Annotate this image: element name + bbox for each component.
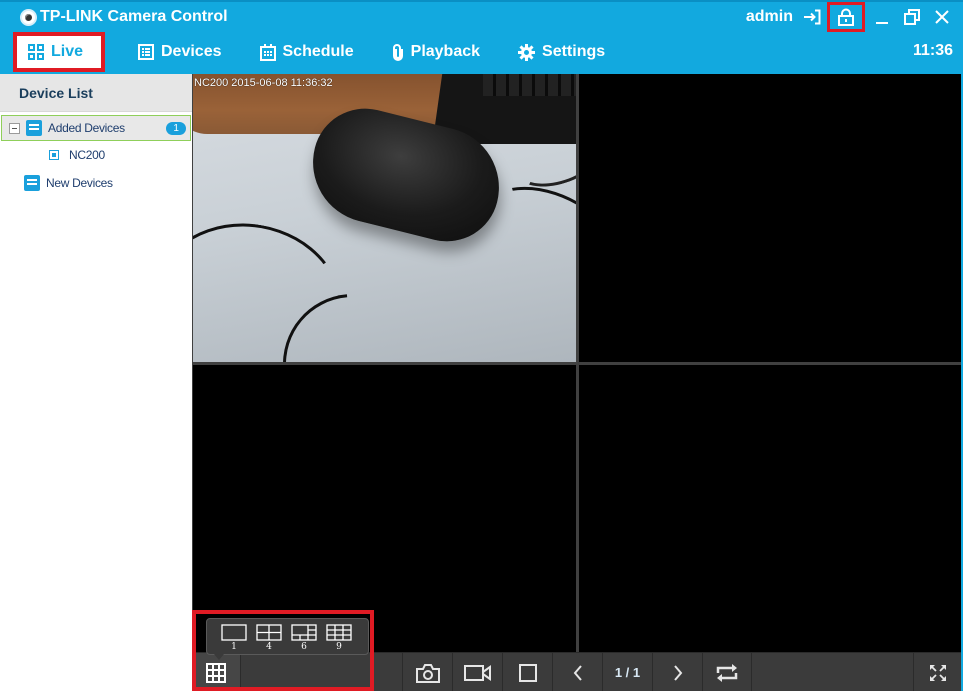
tree-item-added-devices[interactable]: Added Devices 1 — [1, 115, 191, 141]
gear-icon — [518, 43, 536, 61]
nav-settings[interactable]: Settings — [506, 35, 617, 69]
nav-devices-label: Devices — [161, 43, 222, 60]
device-list-panel: Device List Added Devices 1 NC200 New De… — [0, 74, 192, 691]
clock: 11:36 — [912, 42, 953, 59]
video-pane-2[interactable] — [579, 74, 961, 362]
nav-schedule[interactable]: Schedule — [248, 35, 366, 69]
close-button[interactable] — [929, 4, 955, 30]
repeat-icon — [716, 663, 738, 682]
page-indicator-text: 1 / 1 — [614, 665, 641, 680]
tree-item-new-devices[interactable]: New Devices — [0, 169, 192, 197]
nav-schedule-label: Schedule — [282, 43, 354, 60]
restore-icon — [904, 9, 920, 25]
live-view-grid: NC200 2015-06-08 11:36:32 — [192, 74, 961, 652]
layout-4-icon — [256, 624, 282, 641]
cycle-button[interactable] — [702, 653, 752, 691]
video-osd-timestamp: NC200 2015-06-08 11:36:32 — [194, 77, 333, 89]
nav-settings-label: Settings — [542, 43, 606, 60]
calendar-icon — [259, 43, 276, 61]
camera-icon — [415, 663, 440, 683]
window-controls: admin — [746, 2, 963, 32]
tree-item-label: Added Devices — [48, 121, 125, 135]
grid-layout-icon — [206, 662, 226, 683]
playback-control-bar: 1 / 1 — [192, 652, 961, 691]
layout-picker-popup: 1 4 6 9 — [206, 618, 369, 660]
logout-button[interactable] — [799, 4, 825, 30]
layout-option-6[interactable]: 6 — [291, 619, 317, 654]
nav-live[interactable]: Live — [13, 32, 105, 72]
device-group-icon — [24, 175, 40, 191]
grid-icon — [28, 44, 44, 60]
video-pane-3[interactable] — [193, 365, 576, 652]
device-list-header: Device List — [0, 74, 192, 112]
stop-icon — [518, 663, 537, 682]
tree-item-label: New Devices — [46, 176, 113, 190]
fullscreen-button[interactable] — [913, 653, 961, 691]
previous-page-button[interactable] — [552, 653, 602, 691]
layout-9-icon — [326, 624, 352, 641]
minimize-button[interactable] — [869, 4, 895, 30]
camera-device-icon — [49, 150, 59, 160]
nav-playback[interactable]: Playback — [380, 35, 492, 69]
close-icon — [935, 10, 949, 24]
next-page-button[interactable] — [652, 653, 702, 691]
video-pane-1[interactable]: NC200 2015-06-08 11:36:32 — [193, 74, 576, 362]
layout-option-4[interactable]: 4 — [256, 619, 282, 654]
layout-option-label: 6 — [301, 642, 307, 652]
device-count-badge: 1 — [166, 122, 186, 135]
layout-option-label: 1 — [231, 642, 237, 652]
camera-feed — [193, 74, 576, 362]
stop-button[interactable] — [502, 653, 552, 691]
video-pane-4[interactable] — [579, 365, 961, 652]
user-name: admin — [745, 8, 793, 25]
device-group-icon — [26, 120, 42, 136]
list-icon — [138, 44, 154, 60]
video-record-icon — [463, 664, 491, 681]
app-title-text: TP-LINK Camera Control — [40, 8, 228, 25]
layout-option-label: 9 — [336, 642, 342, 652]
record-button[interactable] — [452, 653, 502, 691]
camera-logo-icon — [20, 8, 37, 26]
logout-icon — [804, 9, 821, 25]
fullscreen-icon — [929, 664, 946, 681]
nav-devices[interactable]: Devices — [126, 35, 234, 69]
layout-option-label: 4 — [266, 642, 272, 652]
tree-item-label: NC200 — [69, 148, 105, 162]
nav-live-label: Live — [51, 43, 84, 60]
lock-icon — [838, 8, 854, 26]
layout-option-9[interactable]: 9 — [326, 619, 352, 654]
main-nav: Live Devices Schedule Playback Settings — [13, 32, 631, 72]
restore-button[interactable] — [899, 4, 925, 30]
app-title: TP-LINK Camera Control — [20, 7, 228, 27]
title-bar: TP-LINK Camera Control admin Live Device… — [0, 0, 963, 74]
lock-button[interactable] — [827, 2, 865, 32]
chevron-right-icon — [673, 664, 682, 681]
page-indicator: 1 / 1 — [602, 653, 652, 691]
chevron-left-icon — [573, 664, 582, 681]
minimize-icon — [876, 22, 888, 24]
collapse-icon[interactable] — [9, 122, 20, 134]
layout-option-1[interactable]: 1 — [221, 619, 247, 654]
layout-1-icon — [221, 624, 247, 641]
nav-playback-label: Playback — [410, 43, 481, 60]
layout-6-icon — [291, 624, 317, 641]
paperclip-icon — [392, 43, 403, 61]
snapshot-button[interactable] — [402, 653, 452, 691]
tree-item-nc200[interactable]: NC200 — [0, 141, 192, 169]
